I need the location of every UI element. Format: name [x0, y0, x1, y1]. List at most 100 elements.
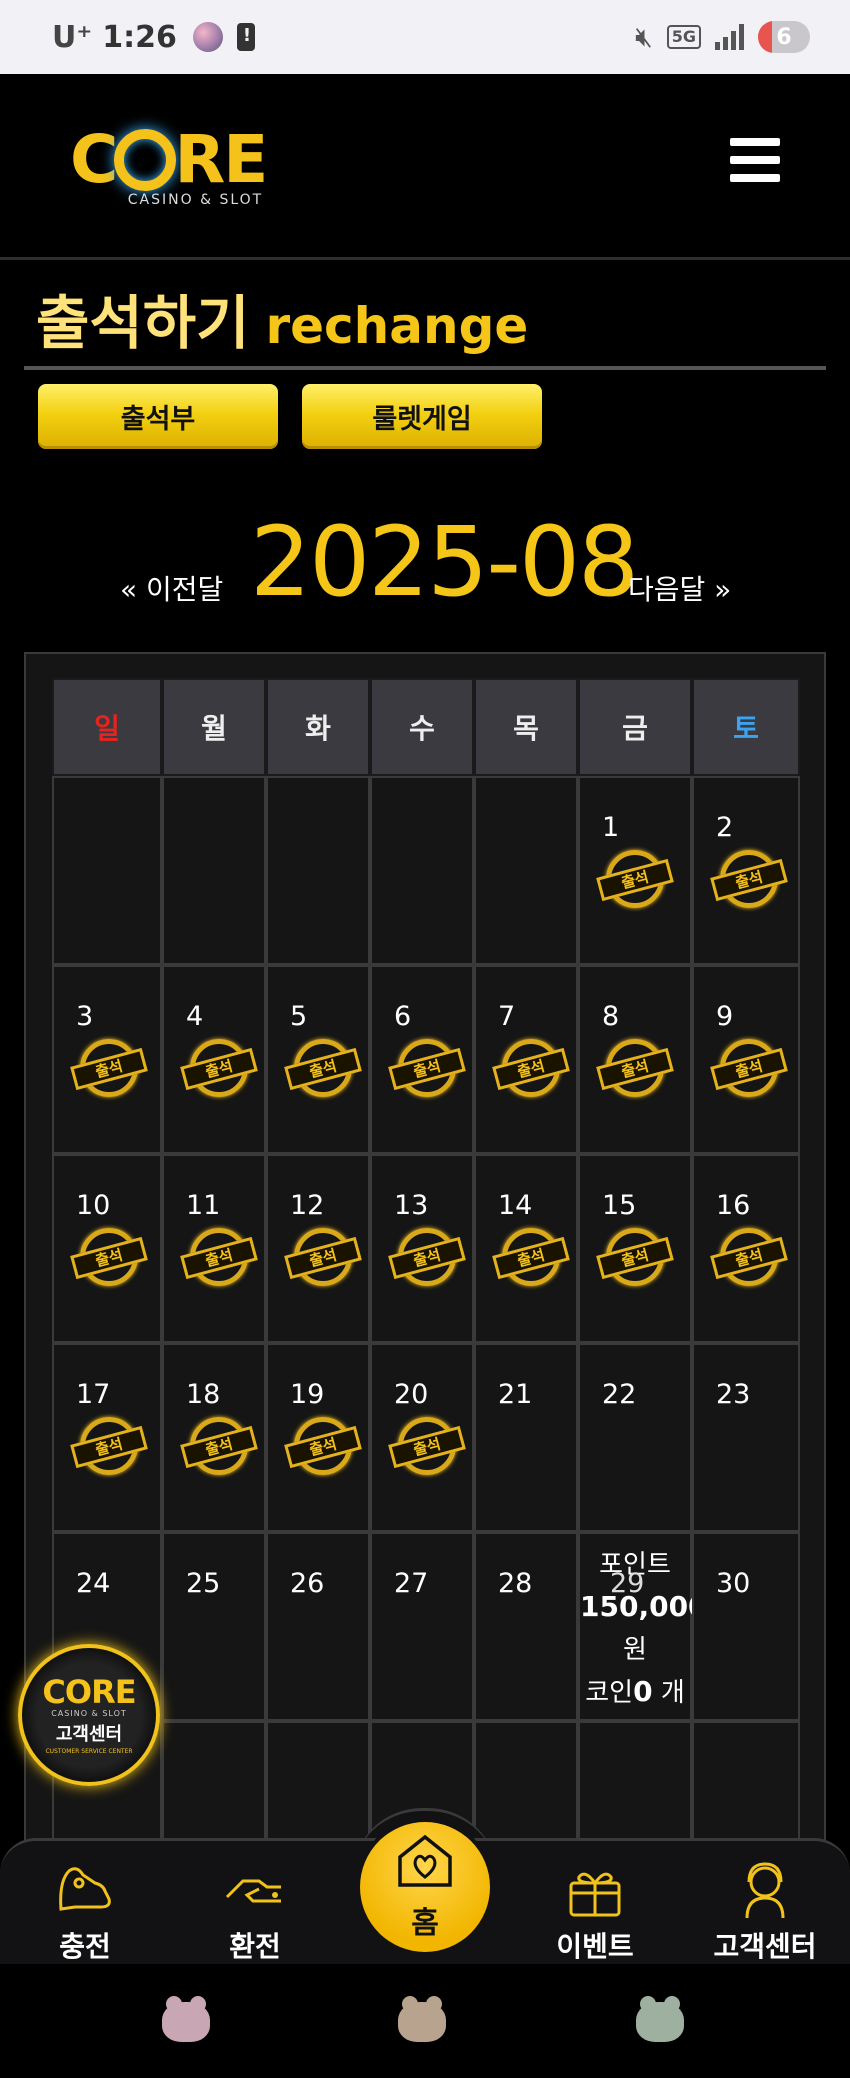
attendance-stamp-icon: 출석 — [284, 1039, 362, 1099]
attendance-stamp-icon: 출석 — [388, 1228, 466, 1288]
calendar-day-cell[interactable]: 3 출석 — [52, 965, 162, 1154]
nav-home-button[interactable]: 홈 — [360, 1822, 490, 1952]
calendar-day-cell[interactable]: 22 — [578, 1343, 692, 1532]
day-number: 24 — [76, 1568, 111, 1599]
charge-icon — [10, 1859, 160, 1921]
calendar-day-cell[interactable]: 2 출석 — [692, 776, 800, 965]
calendar-day-cell[interactable]: 21 — [474, 1343, 578, 1532]
day-number: 19 — [290, 1379, 325, 1410]
weekday-header: 일월화수목금토 — [52, 678, 800, 776]
gift-icon — [520, 1859, 670, 1921]
calendar-day-cell[interactable]: 16 출석 — [692, 1154, 800, 1343]
calendar-day-cell[interactable]: 포인트 150,000 원 코인0 개 29 — [578, 1532, 708, 1721]
day-number: 30 — [716, 1568, 751, 1599]
weekday-header-cell: 일 — [52, 678, 162, 776]
calendar-day-cell[interactable]: 4 출석 — [162, 965, 266, 1154]
calendar-day-cell[interactable]: 26 — [266, 1532, 370, 1721]
support-icon — [690, 1859, 840, 1921]
calendar-day-cell[interactable]: 14 출석 — [474, 1154, 578, 1343]
prev-month-link[interactable]: « 이전달 — [120, 568, 223, 608]
weekday-header-cell: 월 — [162, 678, 266, 776]
calendar-day-cell[interactable]: 30 — [692, 1532, 800, 1721]
calendar-day-cell[interactable]: 28 — [474, 1532, 578, 1721]
site-logo[interactable]: C RE CASINO & SLOT — [70, 124, 285, 219]
calendar-day-cell[interactable]: 17 출석 — [52, 1343, 162, 1532]
calendar-day-cell[interactable]: 12 출석 — [266, 1154, 370, 1343]
status-icons: 🔇︎ 5G 6 — [635, 20, 810, 54]
calendar-day-cell[interactable]: 27 — [370, 1532, 474, 1721]
calendar-week-row: 1 출석 2 출석 — [52, 776, 800, 965]
calendar-day-cell[interactable]: 8 출석 — [578, 965, 692, 1154]
day-number: 3 — [76, 1001, 94, 1032]
day-number: 9 — [716, 1001, 734, 1032]
recent-apps-icon[interactable] — [162, 1996, 210, 2042]
day-number: 1 — [602, 812, 620, 843]
day-number: 16 — [716, 1190, 751, 1221]
calendar-empty-cell — [162, 776, 266, 965]
attendance-stamp-icon: 출석 — [492, 1039, 570, 1099]
day-number: 7 — [498, 1001, 516, 1032]
calendar-day-cell[interactable]: 25 — [162, 1532, 266, 1721]
calendar-day-cell[interactable]: 13 출석 — [370, 1154, 474, 1343]
weekday-header-cell: 토 — [692, 678, 800, 776]
battery-level: 6 — [776, 24, 792, 50]
day-number: 12 — [290, 1190, 325, 1221]
calendar-day-cell[interactable]: 9 출석 — [692, 965, 800, 1154]
attendance-stamp-icon: 출석 — [388, 1039, 466, 1099]
calendar-day-cell[interactable]: 23 — [692, 1343, 800, 1532]
nav-event-label: 이벤트 — [556, 1930, 634, 1963]
page-title: 출석하기 rechange — [36, 276, 528, 360]
day-number: 17 — [76, 1379, 111, 1410]
calendar-day-cell[interactable]: 7 출석 — [474, 965, 578, 1154]
nav-charge-label: 충전 — [59, 1930, 111, 1963]
nav-customer-center[interactable]: 고객센터 — [690, 1859, 840, 1965]
attendance-stamp-icon: 출석 — [284, 1228, 362, 1288]
nav-charge[interactable]: 충전 — [10, 1859, 160, 1965]
attendance-stamp-icon: 출석 — [180, 1417, 258, 1477]
day-number: 21 — [498, 1379, 533, 1410]
day-number: 18 — [186, 1379, 221, 1410]
roulette-game-button[interactable]: 룰렛게임 — [302, 384, 542, 449]
day-number: 29 — [610, 1568, 645, 1599]
hamburger-menu-icon[interactable] — [730, 138, 780, 182]
calendar-empty-cell — [266, 776, 370, 965]
nav-home-label: 홈 — [411, 1905, 439, 1941]
attendance-stamp-icon: 출석 — [596, 1039, 674, 1099]
attendance-book-button[interactable]: 출석부 — [38, 384, 278, 449]
floating-customer-center-button[interactable]: CORE CASINO & SLOT 고객센터 CUSTOMER SERVICE… — [18, 1644, 160, 1786]
battery-icon: 6 — [758, 21, 810, 53]
calendar-day-cell[interactable]: 20 출석 — [370, 1343, 474, 1532]
day-number: 8 — [602, 1001, 620, 1032]
mute-icon: 🔇︎ — [635, 20, 653, 53]
calendar-day-cell[interactable]: 10 출석 — [52, 1154, 162, 1343]
weekday-header-cell: 화 — [266, 678, 370, 776]
calendar-day-cell[interactable]: 11 출석 — [162, 1154, 266, 1343]
day-number: 11 — [186, 1190, 221, 1221]
calendar-day-cell[interactable]: 5 출석 — [266, 965, 370, 1154]
carrier-label: U⁺ — [52, 19, 93, 55]
calendar-day-cell[interactable]: 18 출석 — [162, 1343, 266, 1532]
battery-alert-icon — [236, 23, 255, 51]
day-number: 10 — [76, 1190, 111, 1221]
calendar-day-cell[interactable]: 15 출석 — [578, 1154, 692, 1343]
system-home-icon[interactable] — [398, 1996, 446, 2042]
calendar-day-cell[interactable]: 1 출석 — [578, 776, 692, 965]
attendance-calendar: 일월화수목금토 1 출석 2 출석 3 출석 4 출석 5 출석 6 출석 7 출석 8 출석 9 출석 10 출석 1… — [24, 652, 826, 1992]
attendance-stamp-icon: 출석 — [70, 1417, 148, 1477]
signal-icon — [715, 24, 744, 50]
nav-event[interactable]: 이벤트 — [520, 1859, 670, 1965]
point-unit: 원 — [623, 1635, 647, 1665]
day-number: 25 — [186, 1568, 221, 1599]
attendance-stamp-icon: 출석 — [284, 1417, 362, 1477]
attendance-stamp-icon: 출석 — [180, 1228, 258, 1288]
floating-label: 고객센터 — [55, 1724, 123, 1745]
home-icon — [392, 1833, 458, 1898]
attendance-stamp-icon: 출석 — [492, 1228, 570, 1288]
exchange-icon — [180, 1859, 330, 1921]
weekday-header-cell: 수 — [370, 678, 474, 776]
system-back-icon[interactable] — [636, 1996, 684, 2042]
calendar-day-cell[interactable]: 19 출석 — [266, 1343, 370, 1532]
nav-exchange[interactable]: 환전 — [180, 1859, 330, 1965]
next-month-link[interactable]: 다음달 » — [628, 568, 731, 608]
calendar-day-cell[interactable]: 6 출석 — [370, 965, 474, 1154]
